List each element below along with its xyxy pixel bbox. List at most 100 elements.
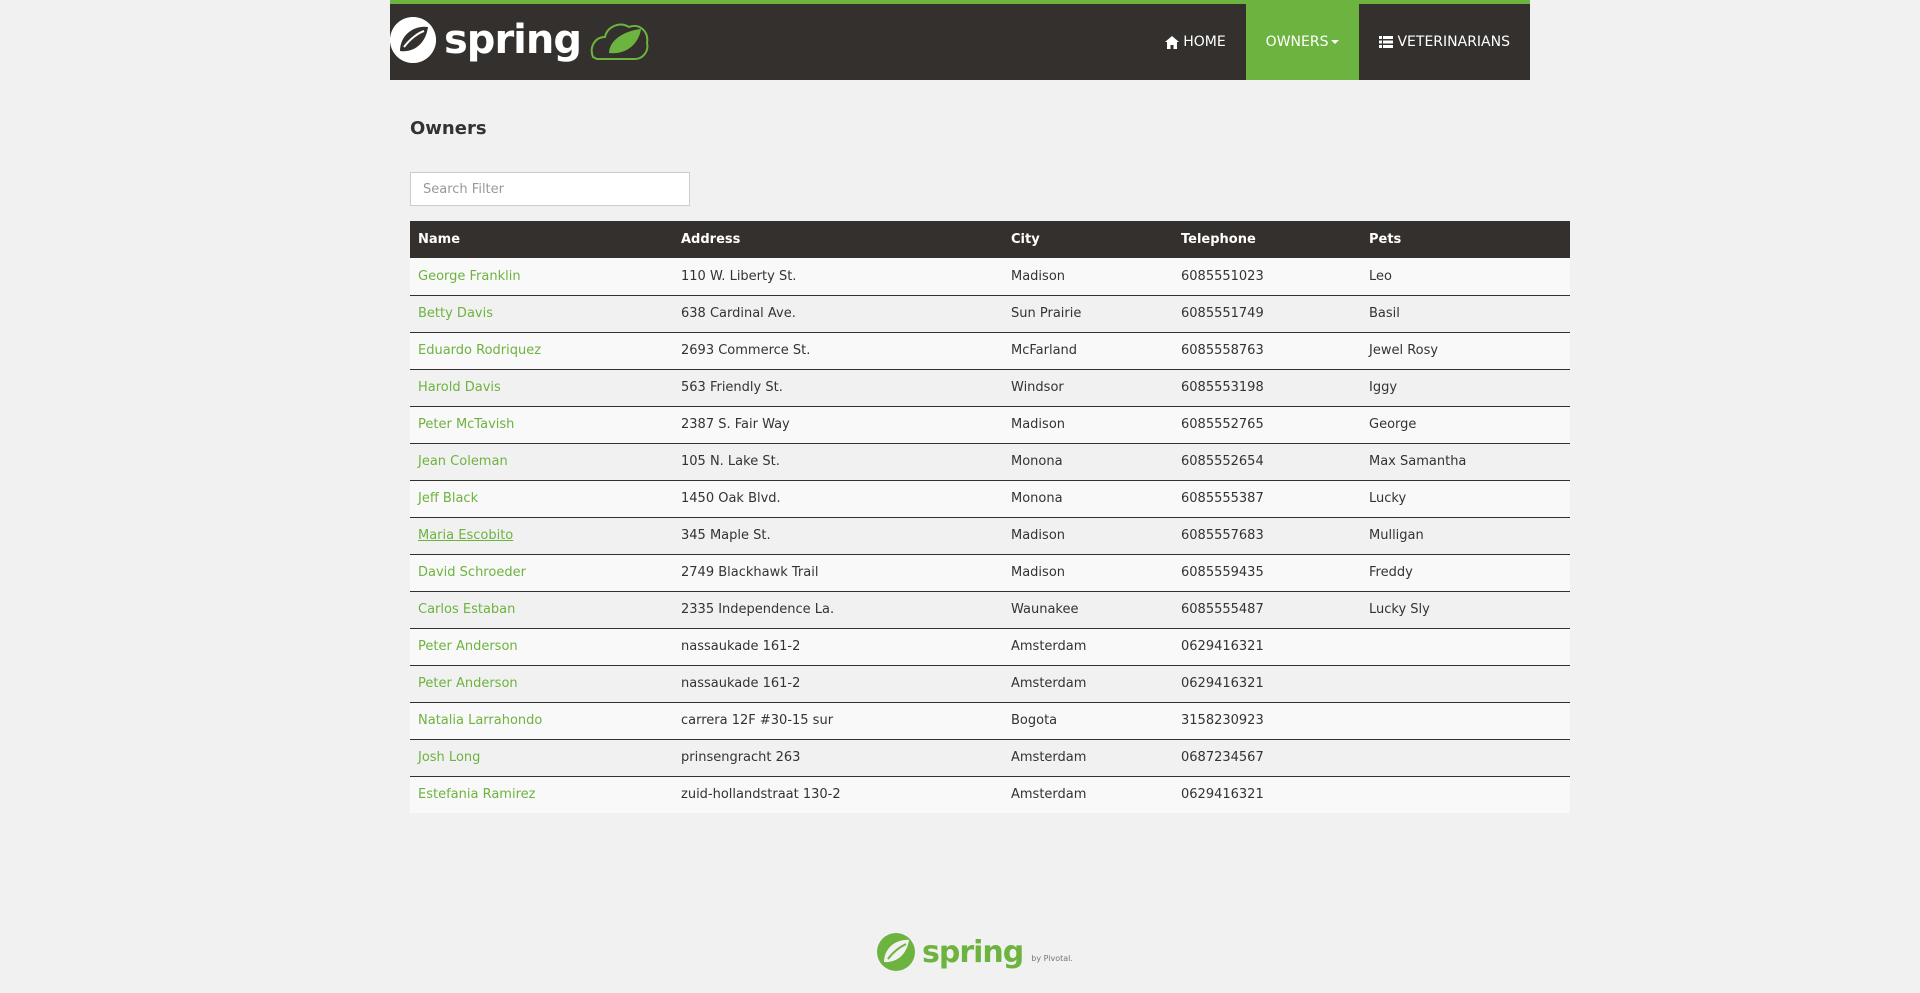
owner-name-link[interactable]: Josh Long [418, 750, 480, 765]
column-header-name[interactable]: Name [410, 221, 673, 258]
owner-address: 638 Cardinal Ave. [681, 306, 796, 321]
table-cell-address: zuid-hollandstraat 130-2 [673, 775, 1003, 813]
owner-name-link[interactable]: Natalia Larrahondo [418, 713, 542, 728]
table-cell-address: 638 Cardinal Ave. [673, 294, 1003, 332]
owner-pets: Freddy [1369, 565, 1413, 580]
table-cell-city: Amsterdam [1003, 627, 1173, 665]
column-header-address[interactable]: Address [673, 221, 1003, 258]
owners-table-body: George Franklin 110 W. Liberty St. Madison… [410, 258, 1570, 813]
owner-name-link[interactable]: Peter Anderson [418, 676, 518, 691]
table-cell-telephone: 6085551023 [1173, 258, 1361, 295]
column-header-city[interactable]: City [1003, 221, 1173, 258]
owner-city: Sun Prairie [1011, 306, 1082, 321]
table-cell-name: Peter Anderson [410, 627, 673, 665]
owner-city: Monona [1011, 454, 1063, 469]
owner-name-link[interactable]: Eduardo Rodriquez [418, 343, 541, 358]
column-header-telephone[interactable]: Telephone [1173, 221, 1361, 258]
owner-name-link[interactable]: Peter Anderson [418, 639, 518, 654]
owner-telephone: 6085559435 [1181, 565, 1264, 580]
table-cell-city: Monona [1003, 479, 1173, 517]
table-row: Carlos Estaban 2335 Independence La. Wauna… [410, 590, 1570, 628]
footer-logo: spring by Pivotal. [876, 932, 1073, 972]
owner-name-link[interactable]: Carlos Estaban [418, 602, 515, 617]
table-cell-telephone: 6085555387 [1173, 479, 1361, 517]
owner-city: Madison [1011, 417, 1066, 432]
nav-veterinarians[interactable]: VETERINARIANS [1359, 4, 1530, 80]
owner-city: Madison [1011, 528, 1066, 543]
table-cell-name: Maria Escobito [410, 516, 673, 554]
table-cell-city: Madison [1003, 405, 1173, 443]
table-cell-city: McFarland [1003, 331, 1173, 369]
owner-name-link[interactable]: Jean Coleman [418, 454, 508, 469]
owner-name-link[interactable]: Harold Davis [418, 380, 501, 395]
owner-city: Windsor [1011, 380, 1064, 395]
owner-address: carrera 12F #30-15 sur [681, 713, 834, 728]
table-cell-city: Madison [1003, 516, 1173, 554]
owner-telephone: 0629416321 [1181, 787, 1264, 803]
table-row: Peter Anderson nassaukade 161-2 Amsterdam 0… [410, 627, 1570, 665]
owner-address: nassaukade 161-2 [681, 639, 801, 654]
owner-pets: Mulligan [1369, 528, 1424, 543]
list-icon [1379, 36, 1394, 48]
owner-name-link[interactable]: Jeff Black [418, 491, 478, 506]
table-cell-pets: Max Samantha [1361, 442, 1570, 480]
search-input[interactable] [410, 172, 690, 206]
owner-telephone: 6085555387 [1181, 491, 1264, 506]
owner-name-link[interactable]: David Schroeder [418, 565, 526, 580]
table-row: Natalia Larrahondo carrera 12F #30-15 sur… [410, 701, 1570, 739]
owner-telephone: 6085551023 [1181, 268, 1264, 284]
table-row: Eduardo Rodriquez 2693 Commerce St. McFarl… [410, 331, 1570, 369]
table-cell-name: Carlos Estaban [410, 590, 673, 628]
owner-telephone: 0687234567 [1181, 750, 1264, 765]
table-row: Harold Davis 563 Friendly St. Windsor 60855… [410, 368, 1570, 406]
owner-pets: Leo [1369, 268, 1392, 284]
brand-logo[interactable]: spring [390, 14, 653, 66]
column-header-pets[interactable]: Pets [1361, 221, 1570, 258]
owner-name-link[interactable]: Estefania Ramirez [418, 787, 535, 802]
table-cell-pets [1361, 664, 1570, 702]
owner-name-link[interactable]: Betty Davis [418, 306, 493, 321]
owner-pets: Lucky [1369, 491, 1407, 506]
table-cell-address: 2335 Independence La. [673, 590, 1003, 628]
owner-address: 105 N. Lake St. [681, 454, 780, 469]
top-navbar: spring HOME OWNERS VETERINARIANS [390, 0, 1530, 80]
table-row: David Schroeder 2749 Blackhawk Trail Madis… [410, 553, 1570, 591]
table-row: Estefania Ramirez zuid-hollandstraat 130-… [410, 775, 1570, 813]
table-cell-city: Amsterdam [1003, 738, 1173, 776]
table-cell-pets: Basil [1361, 294, 1570, 332]
table-cell-city: Madison [1003, 258, 1173, 295]
owner-telephone: 3158230923 [1181, 713, 1264, 728]
owner-name-link[interactable]: Maria Escobito [418, 528, 513, 543]
owners-table: Name Address City Telephone Pets George … [410, 221, 1570, 813]
owner-telephone: 0629416321 [1181, 676, 1264, 691]
nav-owners[interactable]: OWNERS [1245, 4, 1360, 80]
table-cell-pets: Freddy [1361, 553, 1570, 591]
table-cell-address: 563 Friendly St. [673, 368, 1003, 406]
table-cell-telephone: 3158230923 [1173, 701, 1361, 739]
owner-city: Waunakee [1011, 602, 1079, 617]
table-cell-city: Amsterdam [1003, 775, 1173, 813]
owner-name-link[interactable]: George Franklin [418, 269, 521, 284]
table-cell-pets: George [1361, 405, 1570, 443]
table-cell-pets: Lucky Sly [1361, 590, 1570, 628]
owner-city: Amsterdam [1011, 676, 1087, 691]
owner-pets: George [1369, 417, 1417, 432]
table-cell-address: carrera 12F #30-15 sur [673, 701, 1003, 739]
footer-brand: spring [922, 934, 1024, 970]
home-icon [1165, 35, 1180, 49]
page-title: Owners [410, 118, 487, 139]
caret-down-icon [1331, 40, 1340, 44]
table-cell-name: Estefania Ramirez [410, 775, 673, 813]
table-cell-pets [1361, 627, 1570, 665]
table-row: Jean Coleman 105 N. Lake St. Monona 6085552… [410, 442, 1570, 480]
owner-city: Bogota [1011, 713, 1058, 728]
owner-telephone: 6085552765 [1181, 417, 1264, 432]
table-cell-telephone: 6085552654 [1173, 442, 1361, 480]
owner-city: Madison [1011, 565, 1066, 580]
owner-name-link[interactable]: Peter McTavish [418, 417, 514, 432]
table-cell-telephone: 6085558763 [1173, 331, 1361, 369]
nav-home[interactable]: HOME [1145, 4, 1245, 80]
owner-city: Monona [1011, 491, 1063, 506]
owner-address: 2335 Independence La. [681, 602, 835, 617]
table-row: Peter Anderson nassaukade 161-2 Amsterdam 0… [410, 664, 1570, 702]
